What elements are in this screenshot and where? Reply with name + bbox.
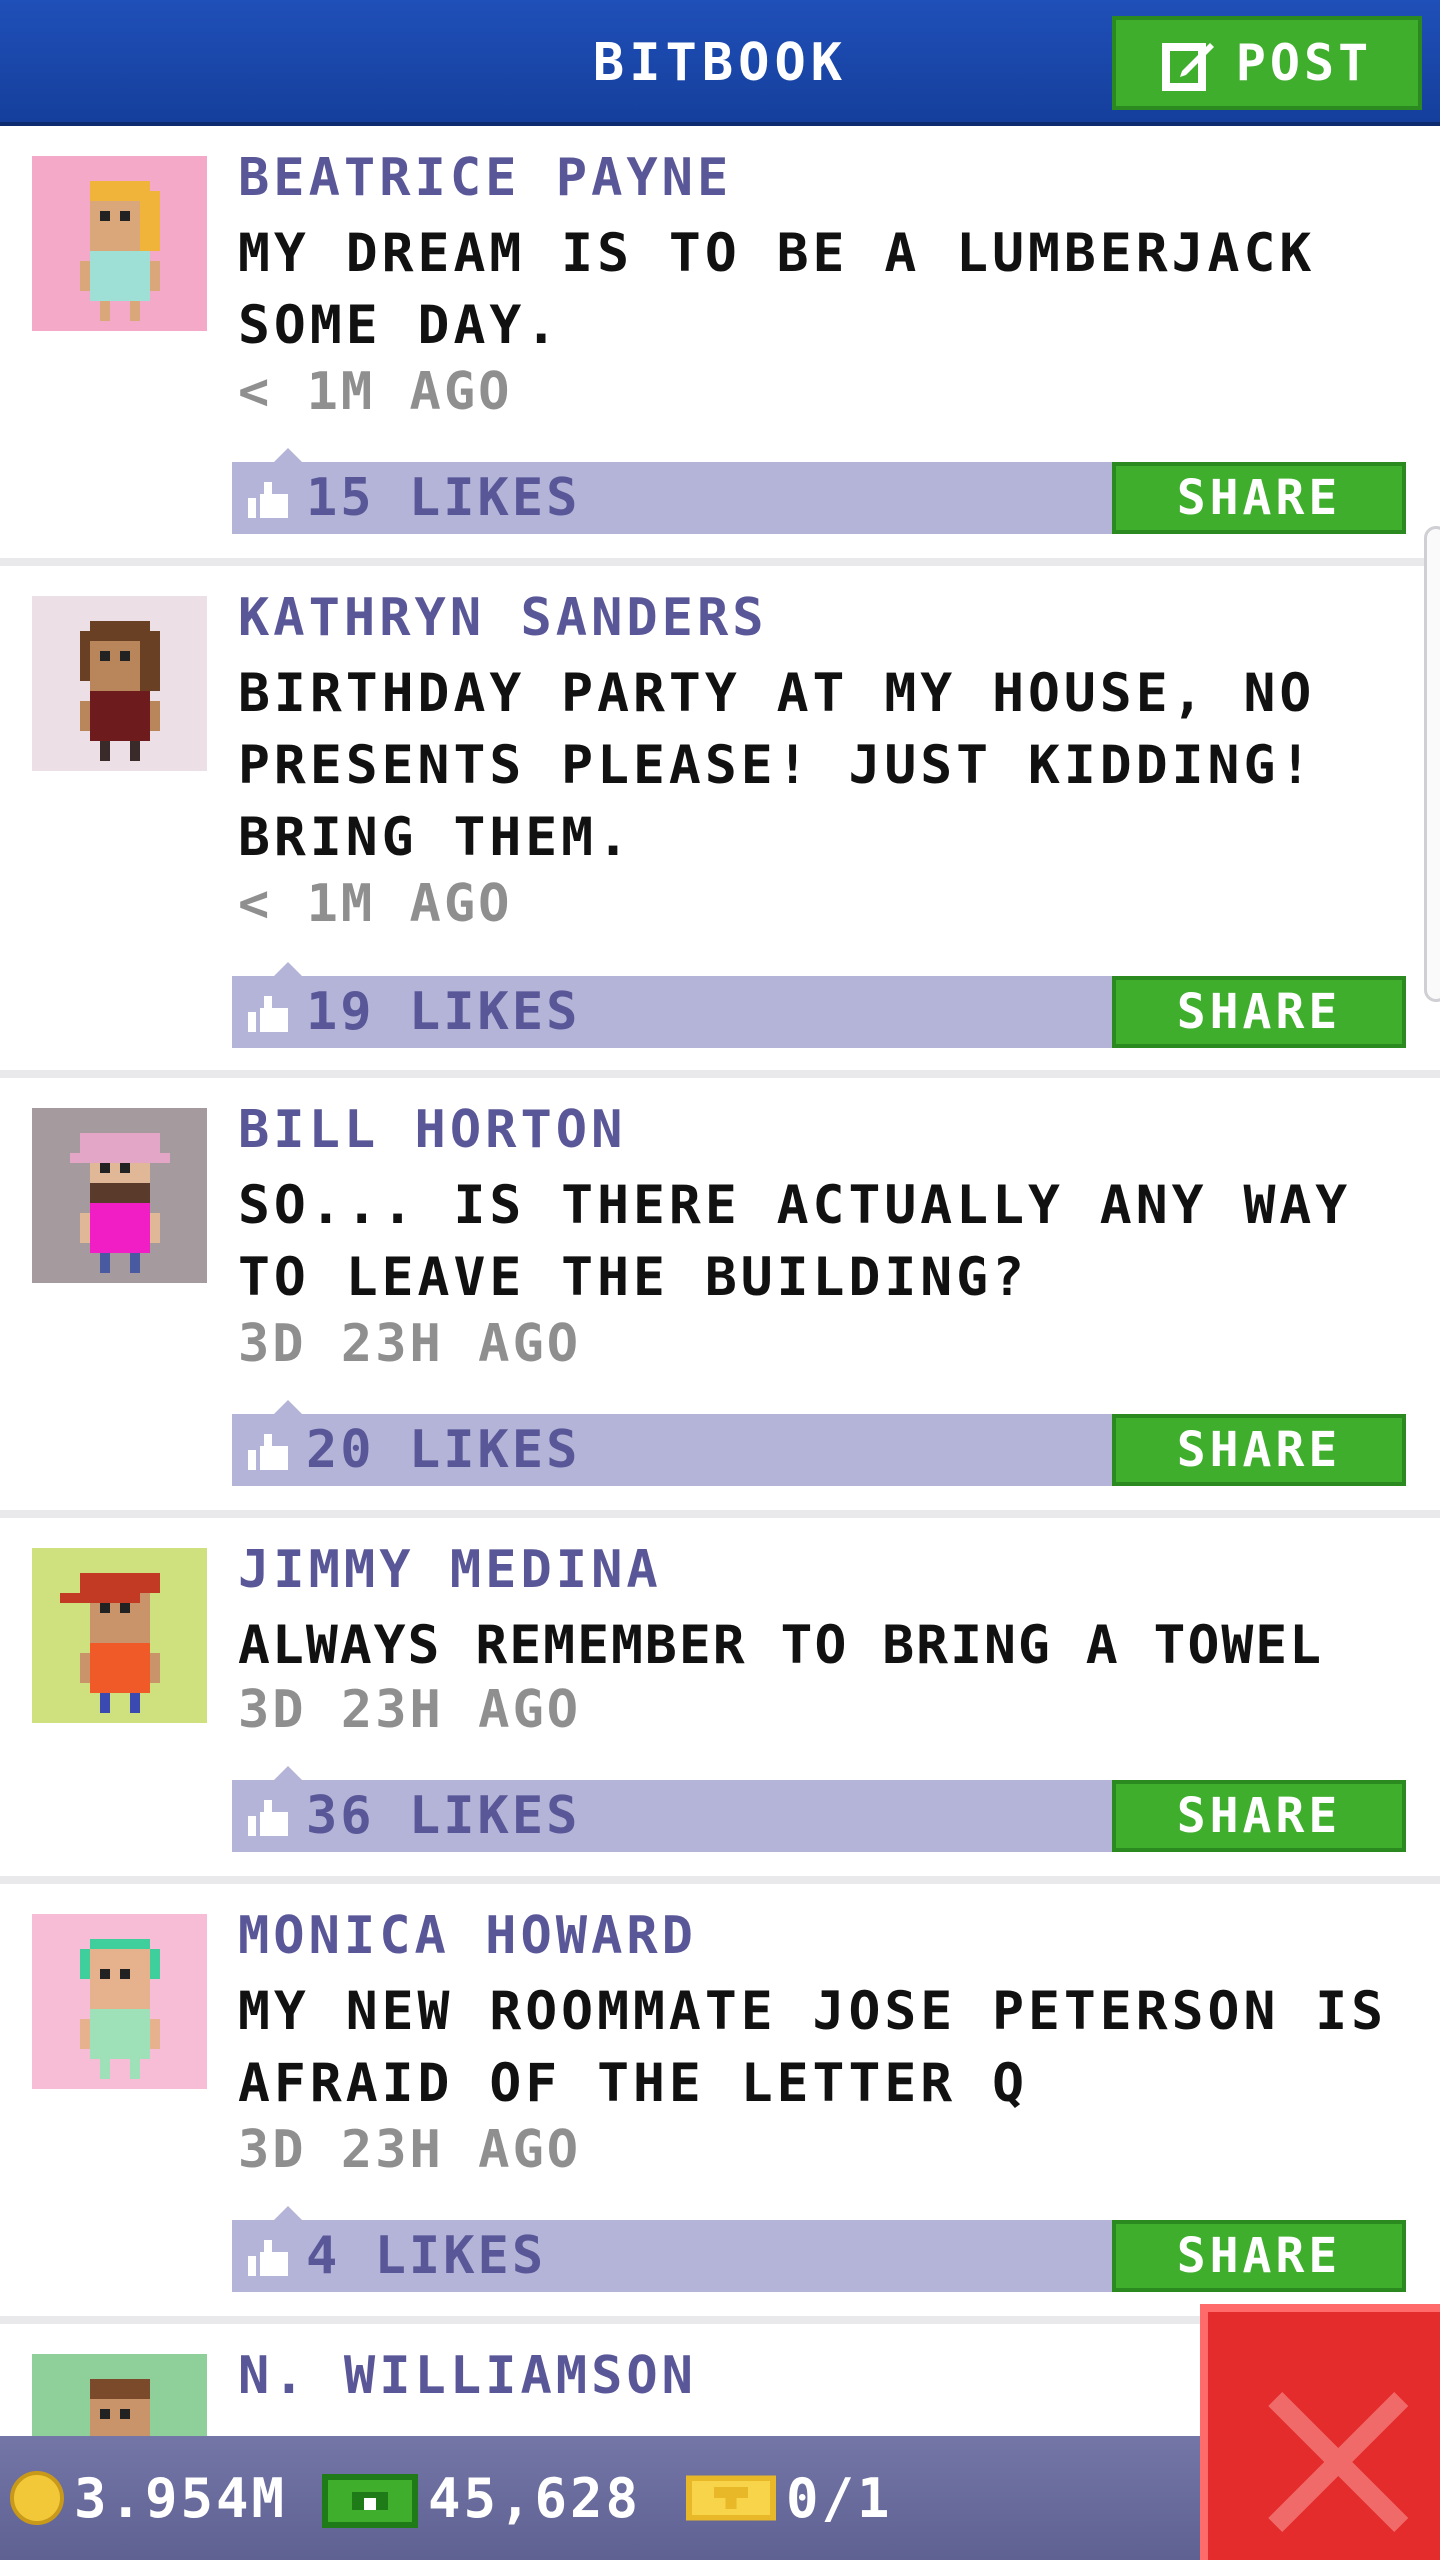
person-icon	[79, 1939, 160, 2079]
likes-count: 20 LIKES	[306, 1420, 581, 1480]
share-button[interactable]: SHARE	[1112, 976, 1406, 1048]
person-icon	[59, 1573, 160, 1713]
thumbs-up-icon[interactable]	[248, 1800, 288, 1836]
post-author[interactable]: N. WILLIAMSON	[238, 2346, 697, 2406]
post-author[interactable]: MONICA HOWARD	[238, 1906, 697, 1966]
person-icon	[89, 2379, 150, 2436]
app-header: BITBOOK POST	[0, 0, 1440, 126]
likes-bar: 4 LIKES SHARE	[232, 2206, 1406, 2292]
post-feed[interactable]: BEATRICE PAYNE MY DREAM IS TO BE A LUMBE…	[0, 126, 1440, 2436]
likes-count: 15 LIKES	[306, 468, 581, 528]
tickets-value: 0/1	[786, 2466, 893, 2530]
likes-count: 19 LIKES	[306, 982, 581, 1042]
post-message: BIRTHDAY PARTY AT MY HOUSE, NO PRESENTS …	[238, 663, 1316, 868]
thumbs-up-icon[interactable]	[248, 1434, 288, 1470]
close-icon	[1268, 2392, 1408, 2532]
thumbs-up-icon[interactable]	[248, 996, 288, 1032]
post-item: MONICA HOWARD MY NEW ROOMMATE JOSE PETER…	[0, 1884, 1440, 2324]
post-message: ALWAYS REMEMBER TO BRING A TOWEL	[238, 1615, 1324, 1676]
share-button[interactable]: SHARE	[1112, 1780, 1406, 1852]
thumbs-up-icon[interactable]	[248, 482, 288, 518]
likes-bar: 15 LIKES SHARE	[232, 448, 1406, 534]
post-item: KATHRYN SANDERS BIRTHDAY PARTY AT MY HOU…	[0, 566, 1440, 1078]
post-timestamp: < 1M AGO	[238, 874, 513, 934]
post-author[interactable]: BEATRICE PAYNE	[238, 148, 732, 208]
post-timestamp: 3D 23H AGO	[238, 2120, 582, 2180]
bux-stat: 45,628	[322, 2436, 641, 2560]
tickets-stat: 0/1	[686, 2436, 893, 2560]
avatar[interactable]	[32, 1108, 207, 1283]
post-timestamp: 3D 23H AGO	[238, 1680, 582, 1740]
avatar[interactable]	[32, 156, 207, 331]
likes-count: 4 LIKES	[306, 2226, 547, 2286]
share-button[interactable]: SHARE	[1112, 462, 1406, 534]
post-author[interactable]: BILL HORTON	[238, 1100, 626, 1160]
thumbs-up-icon[interactable]	[248, 2240, 288, 2276]
avatar[interactable]	[32, 1548, 207, 1723]
person-icon	[79, 621, 160, 761]
person-icon	[69, 1133, 170, 1273]
coins-value: 3.954M	[74, 2466, 288, 2530]
close-button[interactable]	[1200, 2304, 1440, 2560]
share-button[interactable]: SHARE	[1112, 2220, 1406, 2292]
avatar[interactable]	[32, 1914, 207, 2089]
avatar[interactable]	[32, 2354, 207, 2436]
post-timestamp: 3D 23H AGO	[238, 1314, 582, 1374]
post-author[interactable]: KATHRYN SANDERS	[238, 588, 768, 648]
post-item: BILL HORTON SO... IS THERE ACTUALLY ANY …	[0, 1078, 1440, 1518]
bux-icon	[322, 2474, 418, 2528]
likes-count: 36 LIKES	[306, 1786, 581, 1846]
share-button[interactable]: SHARE	[1112, 1414, 1406, 1486]
likes-bar: 36 LIKES SHARE	[232, 1766, 1406, 1852]
compose-icon	[1161, 43, 1214, 91]
post-button-label: POST	[1235, 34, 1373, 92]
ticket-icon	[686, 2475, 776, 2521]
likes-bar: 19 LIKES SHARE	[232, 962, 1406, 1048]
coins-stat: 3.954M	[10, 2436, 287, 2560]
post-button[interactable]: POST	[1112, 16, 1422, 110]
post-message: MY NEW ROOMMATE JOSE PETERSON IS AFRAID …	[238, 1981, 1388, 2114]
post-item: BEATRICE PAYNE MY DREAM IS TO BE A LUMBE…	[0, 126, 1440, 566]
avatar[interactable]	[32, 596, 207, 771]
likes-bar: 20 LIKES SHARE	[232, 1400, 1406, 1486]
post-item: JIMMY MEDINA ALWAYS REMEMBER TO BRING A …	[0, 1518, 1440, 1884]
scrollbar-thumb[interactable]	[1424, 526, 1440, 1002]
post-timestamp: < 1M AGO	[238, 362, 513, 422]
bux-value: 45,628	[428, 2466, 642, 2530]
post-author[interactable]: JIMMY MEDINA	[238, 1540, 662, 1600]
post-message: SO... IS THERE ACTUALLY ANY WAY TO LEAVE…	[238, 1175, 1352, 1308]
post-message: MY DREAM IS TO BE A LUMBERJACK SOME DAY.	[238, 223, 1316, 356]
person-icon	[79, 181, 160, 321]
coin-icon	[10, 2471, 64, 2525]
